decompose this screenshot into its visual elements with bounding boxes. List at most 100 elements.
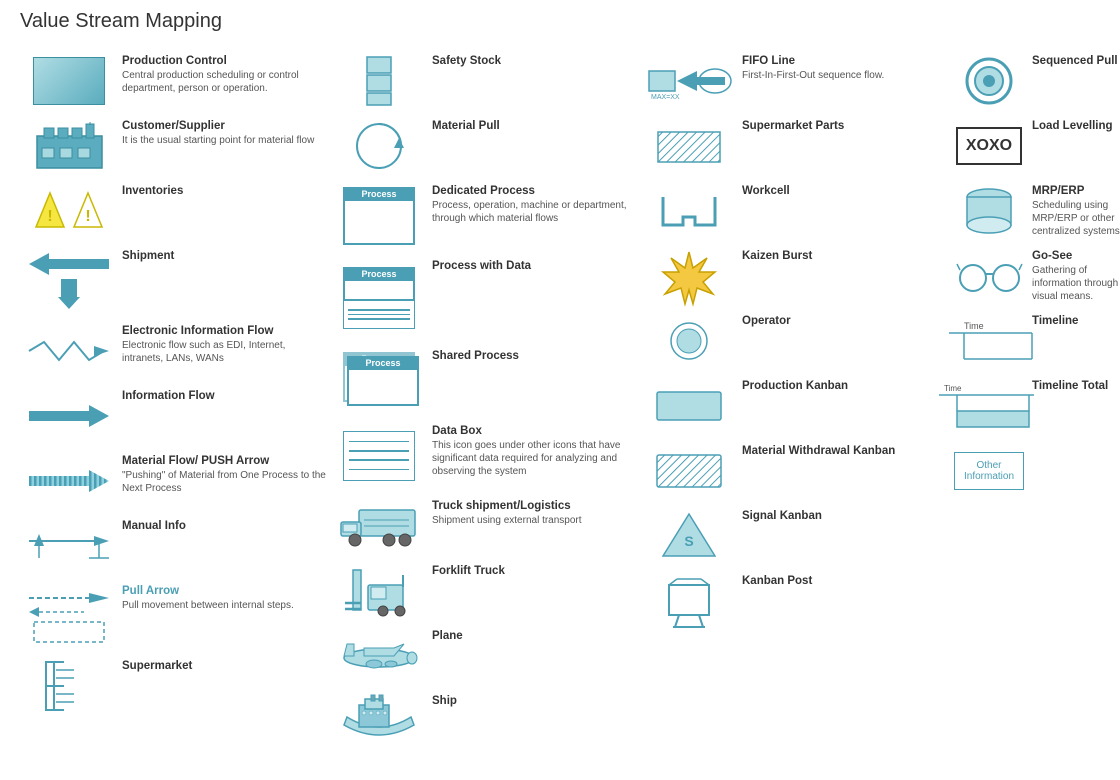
- page-title: Value Stream Mapping: [20, 10, 1100, 33]
- list-item: Pull Arrow Pull movement between interna…: [20, 578, 330, 653]
- shipment-icon: [24, 248, 114, 313]
- kaizen-burst-icon: [644, 248, 734, 303]
- item-label: Kanban Post: [742, 575, 946, 587]
- inventories-icon: ! !: [24, 183, 114, 238]
- other-information-icon: OtherInformation: [954, 443, 1024, 498]
- item-label: Information Flow: [122, 390, 326, 402]
- item-label: Data Box: [432, 425, 636, 437]
- item-label: Process with Data: [432, 260, 636, 272]
- item-desc: This icon goes under other icons that ha…: [432, 439, 636, 478]
- supermarket-parts-icon: [644, 118, 734, 173]
- list-item: Truck shipment/Logistics Shipment using …: [330, 493, 640, 558]
- list-item: Workcell: [640, 178, 950, 243]
- item-label: Kaizen Burst: [742, 250, 946, 262]
- item-label: Supermarket: [122, 660, 326, 672]
- col2: MAX=XX FIFO Line First-In-First-Out sequ…: [640, 48, 950, 753]
- svg-text:!: !: [85, 208, 90, 225]
- list-item: Ship: [330, 688, 640, 753]
- list-item: Material Flow/ PUSH Arrow "Pushing" of M…: [20, 448, 330, 513]
- list-item: Manual Info: [20, 513, 330, 578]
- legend-grid: Production Control Central production sc…: [20, 48, 1100, 753]
- timeline-total-icon: Time: [954, 378, 1024, 433]
- go-see-icon: [954, 248, 1024, 303]
- item-label: FIFO Line: [742, 55, 946, 67]
- item-label: Material Withdrawal Kanban: [742, 445, 946, 457]
- item-desc: Pull movement between internal steps.: [122, 599, 326, 612]
- item-label: Timeline Total: [1032, 380, 1120, 392]
- data-box-icon: [334, 423, 424, 488]
- dedicated-process-icon: Process: [334, 183, 424, 248]
- list-item: Forklift Truck: [330, 558, 640, 623]
- signal-kanban-icon: S: [644, 508, 734, 563]
- item-label: Operator: [742, 315, 946, 327]
- list-item: Plane: [330, 623, 640, 688]
- item-desc: Gathering of information through visual …: [1032, 264, 1120, 303]
- list-item: ! ! Inventories: [20, 178, 330, 243]
- list-item: Process Dedicated Process Process, opera…: [330, 178, 640, 253]
- item-label: Electronic Information Flow: [122, 325, 326, 337]
- item-label: Plane: [432, 630, 636, 642]
- list-item: Production Control Central production sc…: [20, 48, 330, 113]
- operator-icon: [644, 313, 734, 368]
- item-label: Sequenced Pull: [1032, 55, 1120, 67]
- list-item: Sequenced Pull: [950, 48, 1120, 113]
- shared-process-icon: Process Process: [334, 348, 424, 413]
- item-label: Manual Info: [122, 520, 326, 532]
- manual-info-icon: [24, 518, 114, 573]
- mrp-erp-icon: [954, 183, 1024, 238]
- list-item: Process Process with Data: [330, 253, 640, 343]
- svg-text:Time: Time: [964, 321, 984, 331]
- list-item: Supermarket Parts: [640, 113, 950, 178]
- svg-text:Time: Time: [944, 384, 962, 393]
- supermarket-icon: [24, 658, 114, 713]
- item-label: Workcell: [742, 185, 946, 197]
- list-item: Kanban Post: [640, 568, 950, 633]
- list-item: Data Box This icon goes under other icon…: [330, 418, 640, 493]
- material-pull-icon: [334, 118, 424, 173]
- col3: Sequenced Pull XOXO Load Levelling M: [950, 48, 1120, 753]
- list-item: Process Process Shared Process: [330, 343, 640, 418]
- item-desc: It is the usual starting point for mater…: [122, 134, 326, 147]
- truck-icon: [334, 498, 424, 553]
- list-item: Information Flow: [20, 383, 330, 448]
- item-label: Load Levelling: [1032, 120, 1120, 132]
- item-label: Material Flow/ PUSH Arrow: [122, 455, 326, 467]
- item-label: Ship: [432, 695, 636, 707]
- item-label: Material Pull: [432, 120, 636, 132]
- ship-icon: [334, 693, 424, 748]
- load-levelling-icon: XOXO: [954, 118, 1024, 173]
- item-label: Timeline: [1032, 315, 1120, 327]
- sequenced-pull-icon: [954, 53, 1024, 108]
- list-item: Material Withdrawal Kanban: [640, 438, 950, 503]
- material-withdrawal-kanban-icon: [644, 443, 734, 498]
- list-item: Production Kanban: [640, 373, 950, 438]
- svg-text:S: S: [684, 533, 693, 549]
- svg-text:!: !: [47, 208, 52, 225]
- item-desc: Electronic flow such as EDI, Internet, i…: [122, 339, 326, 365]
- production-control-icon: [24, 53, 114, 108]
- item-label: Inventories: [122, 185, 326, 197]
- plane-icon: [334, 628, 424, 683]
- list-item: XOXO Load Levelling: [950, 113, 1120, 178]
- item-desc: Central production scheduling or control…: [122, 69, 326, 95]
- list-item: MRP/ERP Scheduling using MRP/ERP or othe…: [950, 178, 1120, 243]
- electronic-info-flow-icon: [24, 323, 114, 378]
- list-item: Time Timeline Total: [950, 373, 1120, 438]
- item-label: Dedicated Process: [432, 185, 636, 197]
- item-label: Safety Stock: [432, 55, 636, 67]
- safety-stock-icon: [334, 53, 424, 108]
- list-item: Supermarket: [20, 653, 330, 718]
- item-label: Shared Process: [432, 350, 636, 362]
- workcell-icon: [644, 183, 734, 238]
- col0: Production Control Central production sc…: [20, 48, 330, 753]
- list-item: Kaizen Burst: [640, 243, 950, 308]
- item-label: Customer/Supplier: [122, 120, 326, 132]
- item-label: Pull Arrow: [122, 585, 326, 597]
- list-item: Go-See Gathering of information through …: [950, 243, 1120, 308]
- item-label: Go-See: [1032, 250, 1120, 262]
- list-item: OtherInformation: [950, 438, 1120, 503]
- list-item: Time Timeline: [950, 308, 1120, 373]
- item-desc: Shipment using external transport: [432, 514, 636, 527]
- list-item: Safety Stock: [330, 48, 640, 113]
- item-desc: First-In-First-Out sequence flow.: [742, 69, 946, 82]
